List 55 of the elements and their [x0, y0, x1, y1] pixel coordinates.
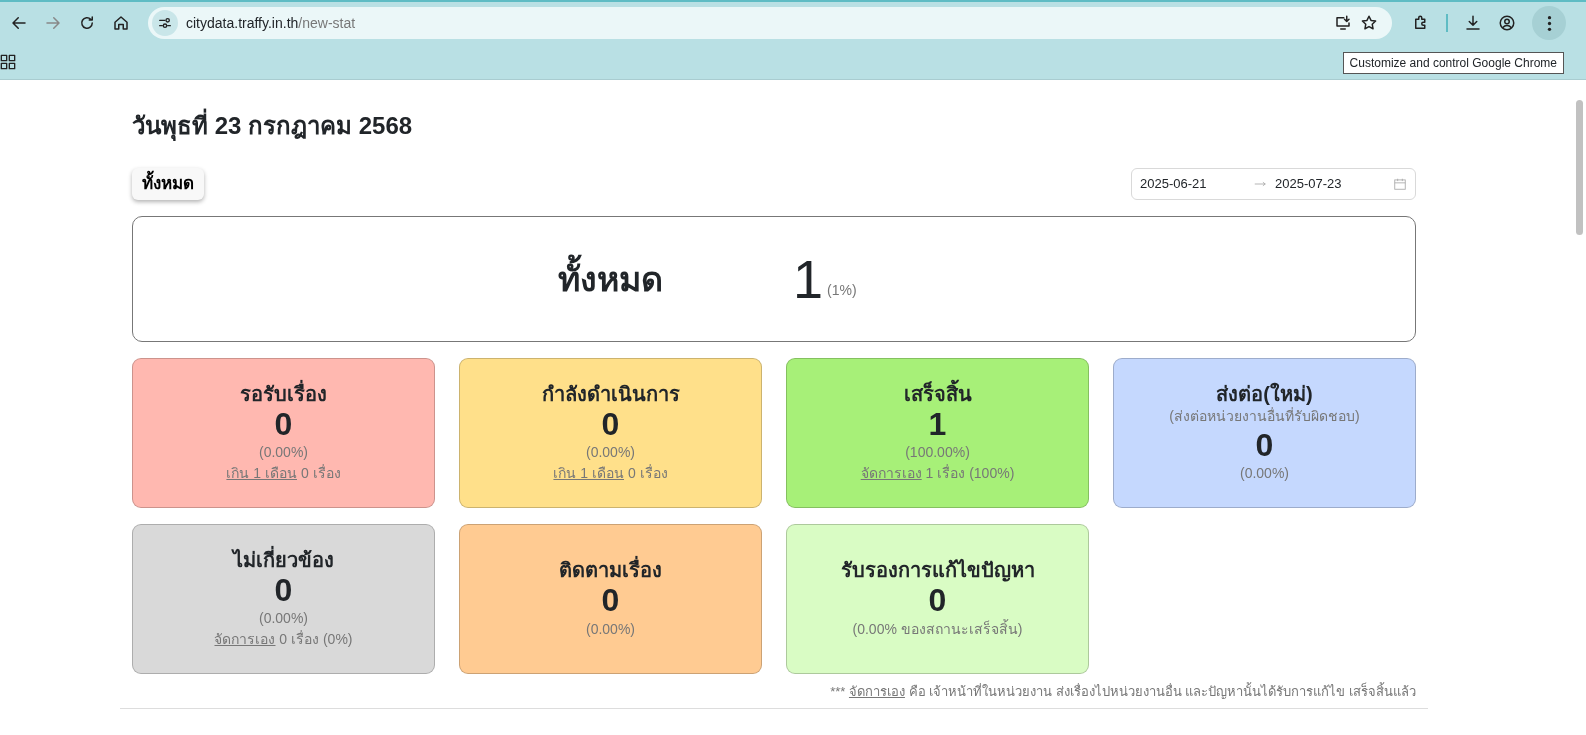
card-count: 0: [600, 582, 621, 619]
card-percent: (0.00%): [258, 609, 309, 629]
card-title: รอรับเรื่อง: [239, 381, 328, 406]
card-title: เสร็จสิ้น: [787, 381, 1088, 406]
note-link[interactable]: จัดการเอง: [214, 631, 276, 648]
date-heading: วันพุธที่ 23 กรกฎาคม 2568: [132, 108, 1416, 144]
note-link[interactable]: เกิน 1 เดือน: [226, 465, 297, 482]
card-percent: (0.00% ของสถานะเสร็จสิ้น): [851, 618, 1024, 639]
card-percent: (0.00%): [258, 443, 309, 463]
note-link[interactable]: เกิน 1 เดือน: [553, 465, 624, 482]
forward-icon: [44, 14, 62, 32]
card-note: เกิน 1 เดือน 0 เรื่อง: [552, 463, 669, 484]
apps-grid-icon[interactable]: [0, 53, 16, 70]
url-text: citydata.traffy.in.th/new-stat: [186, 13, 356, 33]
address-bar[interactable]: citydata.traffy.in.th/new-stat: [148, 7, 1392, 39]
install-icon[interactable]: [1334, 14, 1352, 32]
calendar-icon: [1393, 177, 1407, 191]
date-range-field[interactable]: 2025-06-21 2025-07-23: [1131, 168, 1416, 200]
scrollbar-thumb[interactable]: [1576, 100, 1583, 235]
home-icon: [112, 14, 130, 32]
card-note: จัดการเอง 0 เรื่อง (0%): [213, 629, 354, 650]
star-icon[interactable]: [1360, 14, 1378, 32]
card-count: 0: [927, 582, 948, 619]
download-icon[interactable]: [1464, 14, 1482, 32]
card-title: ส่งต่อ(ใหม่): [1215, 381, 1314, 406]
card-subtitle: (ส่งต่อหน่วยงานอื่นที่รับผิดชอบ): [1168, 406, 1361, 426]
all-filter-button[interactable]: ทั้งหมด: [132, 168, 204, 200]
card-count: 1: [927, 405, 948, 443]
footnote: *** จัดการเอง คือ เจ้าหน้าที่ในหน่วยงาน ส่งเรื่องไปหน่วยงานอื่น และปัญหานั้นได้รับการแก้ไข เสร็จสิ้นแล้ว: [829, 682, 1416, 701]
menu-button[interactable]: [1532, 6, 1566, 40]
card-percent: (100.00%): [904, 443, 971, 463]
profile-icon[interactable]: [1498, 14, 1516, 32]
reload-icon: [78, 14, 96, 32]
card-title: ติดตามเรื่อง: [460, 558, 761, 583]
card-percent: (0.00%): [585, 443, 636, 463]
tooltip: Customize and control Google Chrome: [1342, 52, 1564, 74]
card-count: 0: [273, 571, 294, 609]
card-percent: (0.00%): [1239, 464, 1290, 484]
card-title: รับรองการแก้ไขปัญหา: [839, 558, 1036, 583]
card-note: จัดการเอง 1 เรื่อง (100%): [859, 463, 1016, 484]
card-count: 0: [1254, 426, 1275, 464]
card-percent: (0.00%): [585, 619, 636, 639]
site-settings-icon[interactable]: [157, 15, 173, 31]
footnote-link[interactable]: จัดการเอง: [848, 684, 905, 699]
card-note: เกิน 1 เดือน 0 เรื่อง: [225, 463, 342, 484]
note-link[interactable]: จัดการเอง: [860, 465, 922, 482]
menu-icon: [1546, 14, 1552, 32]
back-icon: [10, 14, 28, 32]
card-title: กำลังดำเนินการ: [540, 381, 681, 406]
card-count: 0: [600, 405, 621, 443]
summary-percent: (1%): [827, 280, 857, 300]
card-count: 0: [273, 405, 294, 443]
summary-count: 1: [793, 252, 824, 306]
summary-label: ทั้งหมด: [558, 253, 793, 305]
card-title: ไม่เกี่ยวข้อง: [230, 547, 335, 572]
